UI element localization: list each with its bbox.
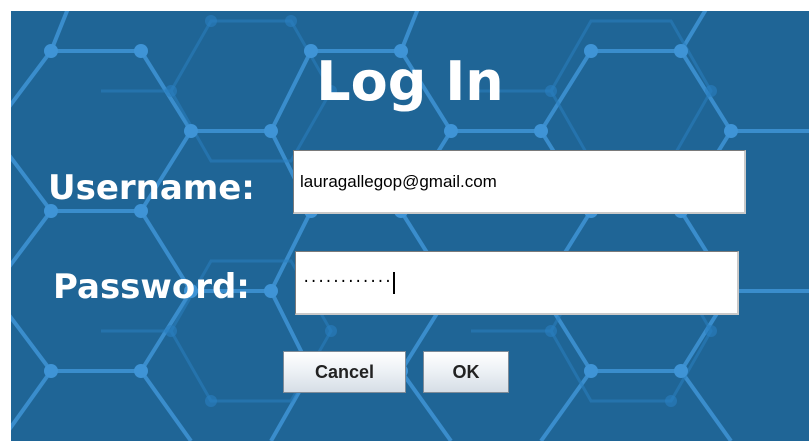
username-field[interactable]: lauragallegop@gmail.com bbox=[293, 150, 746, 214]
dialog-title: Log In bbox=[316, 50, 504, 113]
ok-button[interactable]: OK bbox=[423, 351, 509, 393]
password-field[interactable]: ············ bbox=[295, 251, 739, 315]
text-caret bbox=[393, 271, 396, 294]
username-value: lauragallegop@gmail.com bbox=[300, 171, 497, 191]
cancel-button[interactable]: Cancel bbox=[283, 351, 406, 393]
password-label: Password: bbox=[53, 267, 250, 307]
login-dialog: Log In Username: lauragallegop@gmail.com… bbox=[11, 11, 809, 441]
username-label: Username: bbox=[48, 168, 255, 208]
password-masked-value: ············ bbox=[302, 273, 392, 290]
